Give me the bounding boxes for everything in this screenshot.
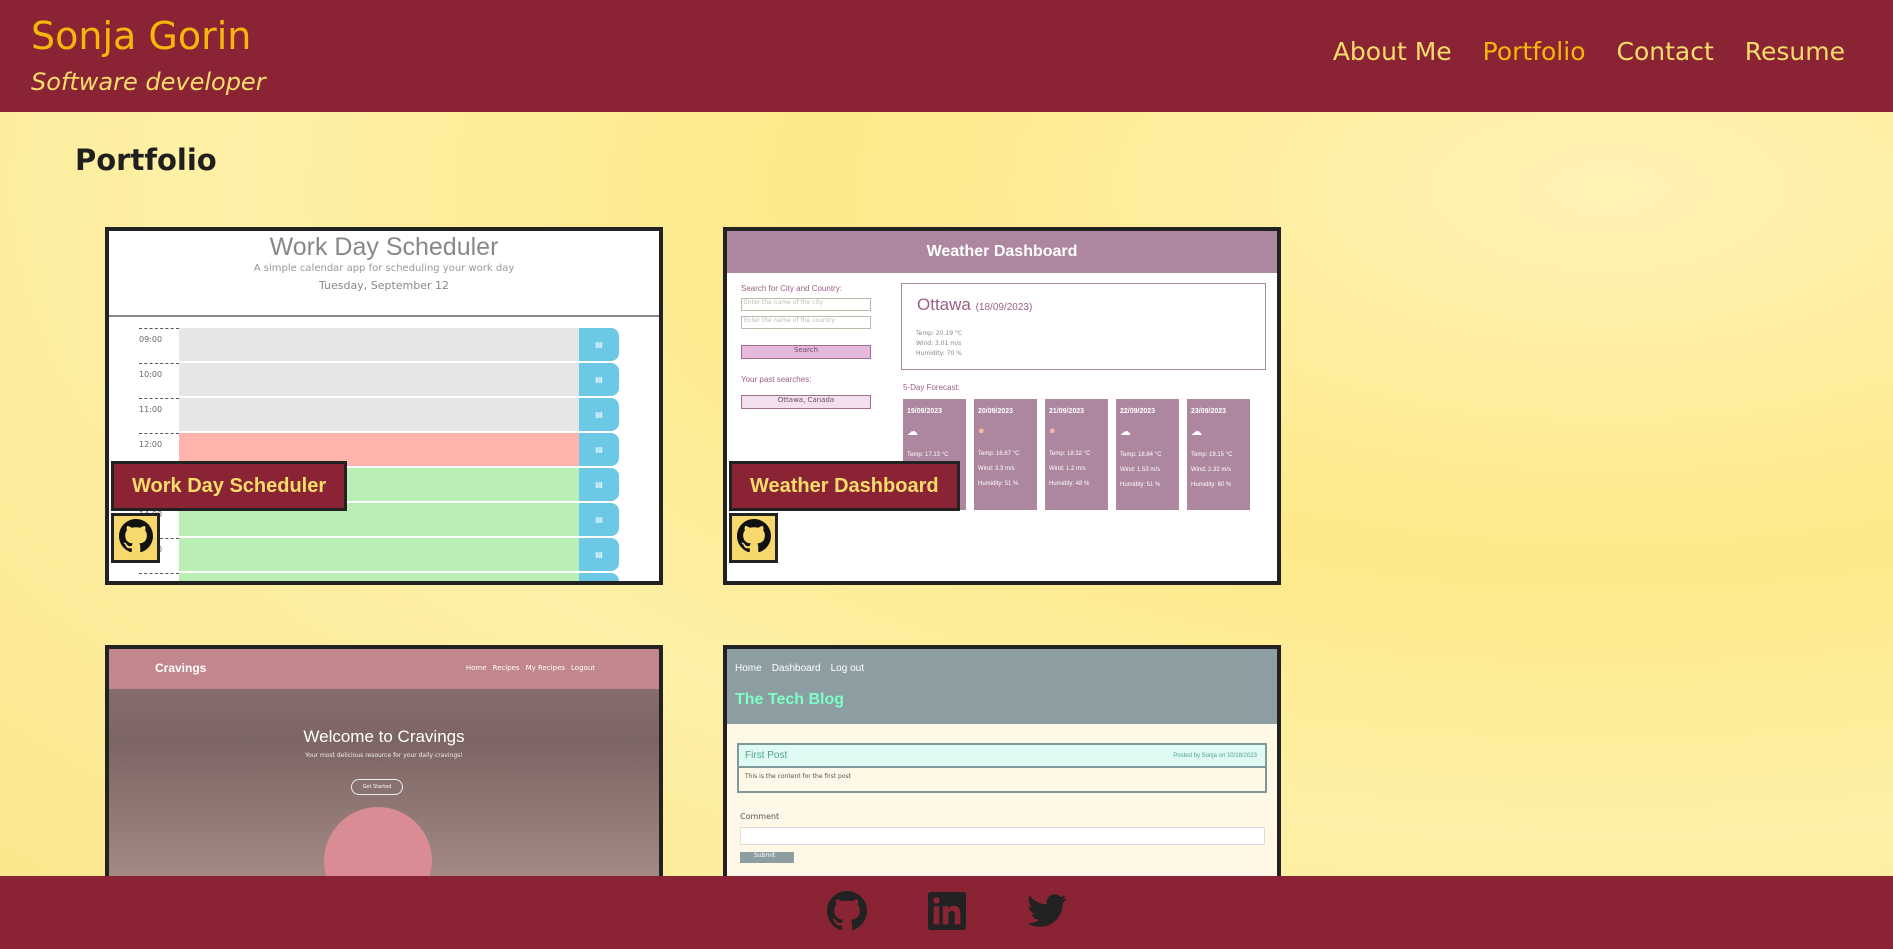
preview-search-label: Search for City and Country: bbox=[741, 284, 842, 293]
preview-brand: Cravings bbox=[155, 661, 207, 675]
project-card-tech-blog[interactable]: Home Dashboard Log out The Tech Blog Fir… bbox=[723, 645, 1281, 885]
project-card-weather-dashboard[interactable]: Weather Dashboard Search for City and Co… bbox=[723, 227, 1281, 585]
timeblock-slot bbox=[179, 398, 579, 431]
timeblock-slot bbox=[179, 328, 579, 361]
timeblock-slot bbox=[179, 573, 579, 581]
timeblock-hour: 16:00 bbox=[139, 573, 179, 581]
save-icon: ▤ bbox=[579, 328, 619, 361]
preview-current-weather: Ottawa (18/09/2023) Temp: 20.19 °C Wind:… bbox=[901, 283, 1266, 370]
timeblock-row: 16:00 ▤ bbox=[139, 573, 619, 581]
preview-city-input: Enter the name of the city bbox=[741, 298, 871, 311]
timeblock-slot bbox=[179, 363, 579, 396]
preview-past-label: Your past searches: bbox=[741, 375, 812, 384]
site-footer bbox=[0, 876, 1893, 949]
preview-comment-label: Comment bbox=[740, 812, 780, 821]
timeblock-row: 10:00 ▤ bbox=[139, 363, 619, 397]
forecast-card: 23/09/2023 ☁ Temp: 19.15 °C Wind: 2.32 m/s H… bbox=[1187, 399, 1250, 510]
linkedin-icon bbox=[927, 891, 966, 934]
preview-forecast-label: 5-Day Forecast: bbox=[903, 383, 960, 392]
save-icon: ▤ bbox=[579, 468, 619, 501]
nav-contact[interactable]: Contact bbox=[1617, 37, 1714, 66]
preview-title: The Tech Blog bbox=[735, 691, 845, 708]
preview-comment-input bbox=[740, 827, 1265, 845]
timeblock-row: 15:00▤ bbox=[139, 538, 619, 572]
nav-portfolio[interactable]: Portfolio bbox=[1483, 37, 1586, 66]
main-nav: About Me Portfolio Contact Resume bbox=[1333, 37, 1845, 66]
forecast-card: 22/09/2023 ☁ Temp: 18.84 °C Wind: 1.53 m/s H… bbox=[1116, 399, 1179, 510]
preview-header: Home Dashboard Log out The Tech Blog bbox=[727, 649, 1277, 724]
preview-nav: Home Dashboard Log out bbox=[735, 663, 864, 674]
project-card-cravings[interactable]: Cravings Home Recipes My Recipes Logout … bbox=[105, 645, 663, 885]
preview-divider bbox=[109, 315, 659, 317]
save-icon: ▤ bbox=[579, 573, 619, 581]
preview-current-stats: Temp: 20.19 °C Wind: 3.01 m/s Humidity: … bbox=[916, 330, 963, 357]
sun-icon: ● bbox=[978, 425, 985, 437]
preview-post: First Post Posted by Sonja on 10/18/2023 … bbox=[737, 743, 1267, 793]
preview-cta: Get Started bbox=[351, 779, 403, 795]
preview-nav: Home Recipes My Recipes Logout bbox=[465, 664, 595, 672]
site-header: Sonja Gorin Software developer About Me … bbox=[0, 0, 1893, 112]
forecast-card: 20/09/2023 ● Temp: 16.87 °C Wind: 3.3 m/s Hu… bbox=[974, 399, 1037, 510]
timeblock-slot bbox=[179, 538, 579, 571]
save-icon: ▤ bbox=[579, 503, 619, 536]
project-title[interactable]: Weather Dashboard bbox=[729, 461, 960, 511]
preview-title: Work Day Scheduler bbox=[269, 233, 499, 261]
nav-about-me[interactable]: About Me bbox=[1333, 37, 1452, 66]
linkedin-link[interactable] bbox=[926, 891, 968, 934]
github-link[interactable] bbox=[826, 890, 868, 935]
save-icon: ▤ bbox=[579, 538, 619, 571]
twitter-icon bbox=[1026, 893, 1067, 933]
cloud-icon: ☁ bbox=[907, 426, 918, 438]
site-tagline: Software developer bbox=[31, 68, 266, 96]
timeblock-hour: 09:00 bbox=[139, 328, 179, 362]
github-repo-link[interactable] bbox=[111, 513, 160, 563]
project-title[interactable]: Work Day Scheduler bbox=[111, 461, 348, 511]
save-icon: ▤ bbox=[579, 433, 619, 466]
timeblock-hour: 10:00 bbox=[139, 363, 179, 397]
preview-subtitle: Your most delicious resource for your da… bbox=[305, 752, 463, 759]
site-name: Sonja Gorin bbox=[31, 14, 252, 58]
github-icon bbox=[826, 890, 867, 935]
nav-resume[interactable]: Resume bbox=[1745, 37, 1845, 66]
chef-logo-icon bbox=[324, 807, 432, 881]
cloud-icon: ☁ bbox=[1120, 426, 1131, 438]
preview-past-item: Ottawa, Canada bbox=[741, 395, 871, 409]
sun-icon: ● bbox=[1049, 425, 1056, 437]
preview-submit-button: Submit bbox=[740, 852, 794, 863]
timeblock-row: 11:00 ▤ bbox=[139, 398, 619, 432]
forecast-card: 21/09/2023 ● Temp: 18.32 °C Wind: 1.2 m/s Hu… bbox=[1045, 399, 1108, 510]
save-icon: ▤ bbox=[579, 363, 619, 396]
project-screenshot: Cravings Home Recipes My Recipes Logout … bbox=[109, 649, 659, 881]
preview-subtitle: A simple calendar app for scheduling you… bbox=[253, 263, 515, 274]
project-card-work-day-scheduler[interactable]: Work Day Scheduler A simple calendar app… bbox=[105, 227, 663, 585]
save-icon: ▤ bbox=[579, 398, 619, 431]
twitter-link[interactable] bbox=[1026, 892, 1068, 934]
section-title: Portfolio bbox=[75, 143, 217, 177]
preview-headline: Welcome to Cravings bbox=[303, 727, 465, 746]
preview-country-input: Enter the name of the country bbox=[741, 316, 871, 329]
github-icon bbox=[736, 519, 771, 557]
timeblock-hour: 11:00 bbox=[139, 398, 179, 432]
preview-city: Ottawa (18/09/2023) bbox=[917, 295, 1033, 314]
timeblock-row: 09:00 ▤ bbox=[139, 328, 619, 362]
github-icon bbox=[118, 519, 153, 557]
preview-date: Tuesday, September 12 bbox=[318, 279, 450, 292]
preview-search-button: Search bbox=[741, 345, 871, 359]
cloud-icon: ☁ bbox=[1191, 426, 1202, 438]
preview-navbar: Cravings Home Recipes My Recipes Logout bbox=[109, 649, 659, 689]
github-repo-link[interactable] bbox=[729, 513, 778, 563]
preview-header: Weather Dashboard bbox=[727, 231, 1277, 273]
